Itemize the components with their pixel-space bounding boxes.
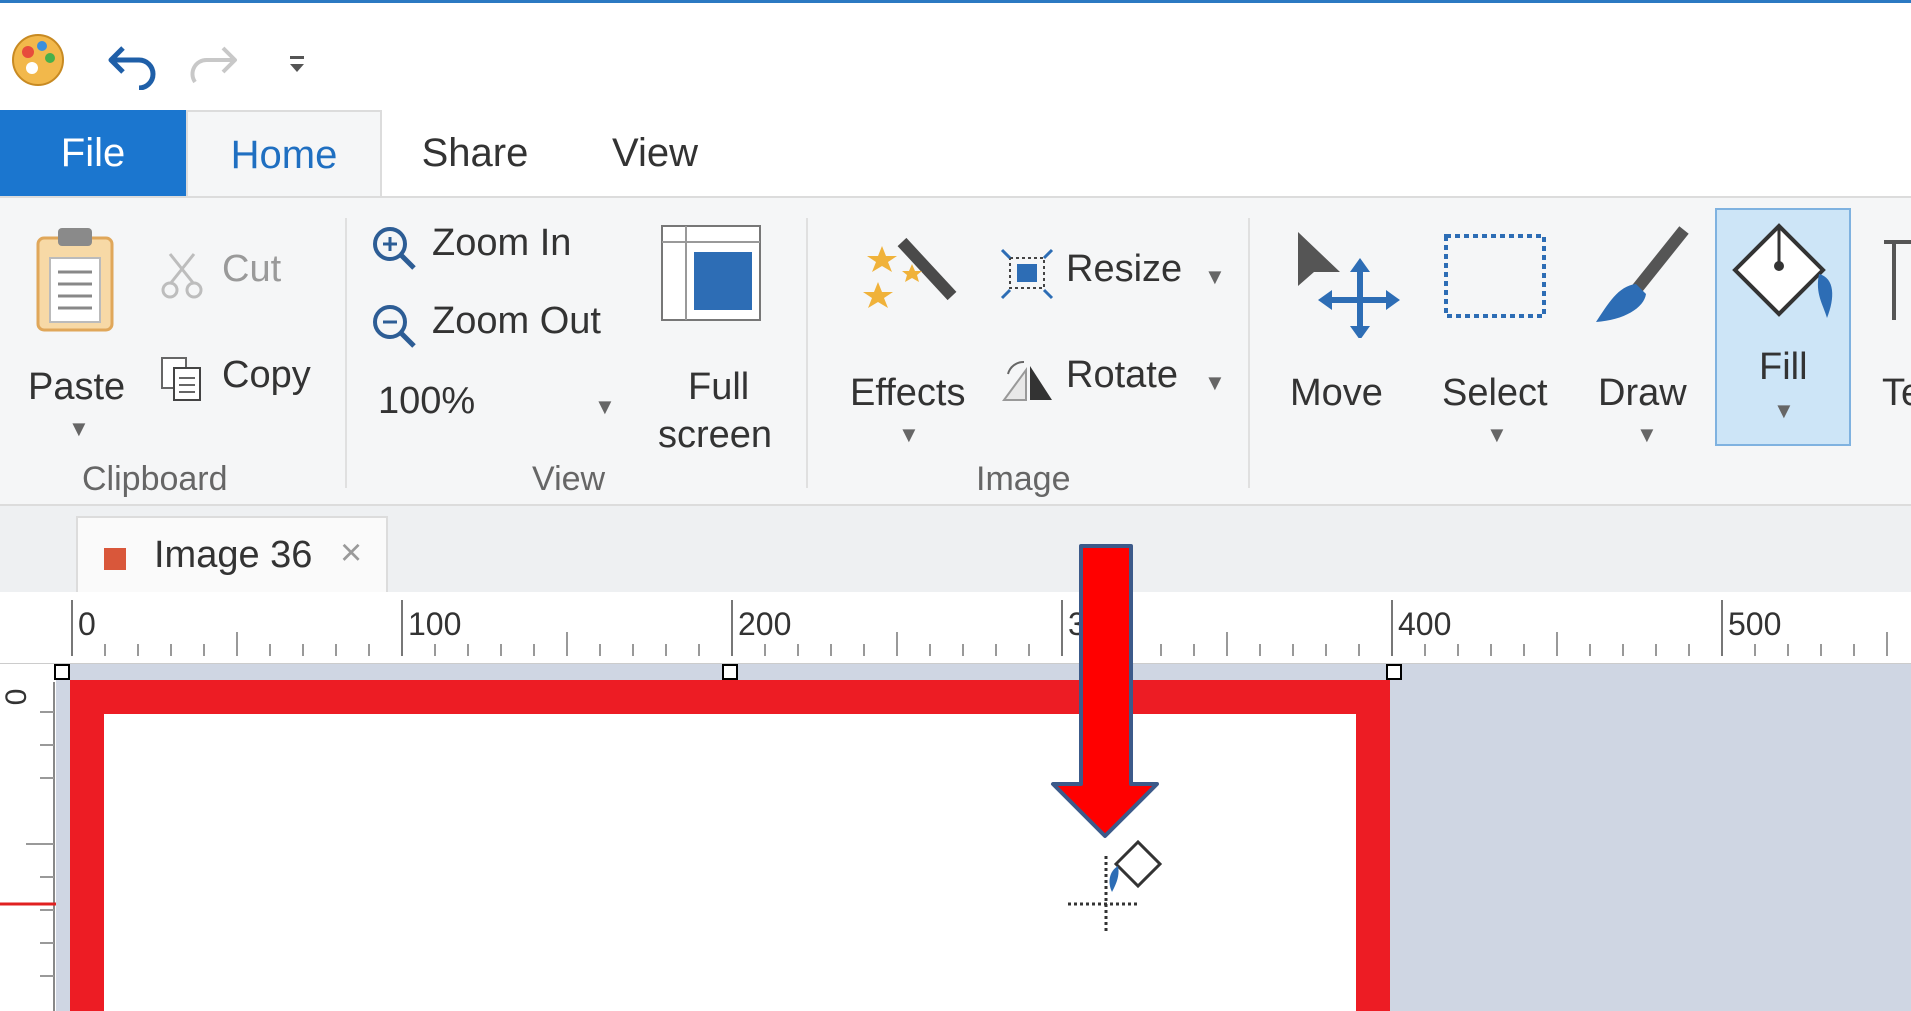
zoom-in-icon bbox=[373, 227, 416, 270]
draw-label: Draw bbox=[1598, 372, 1687, 414]
chevron-down-icon: ▼ bbox=[68, 416, 90, 441]
select-rectangle-icon bbox=[1444, 234, 1546, 318]
effects-button[interactable]: Effects ▼ bbox=[842, 224, 972, 447]
text-button[interactable]: Te bbox=[1870, 224, 1911, 444]
text-icon bbox=[1884, 240, 1911, 320]
fill-cursor-icon bbox=[1068, 839, 1163, 934]
zoom-out-label: Zoom Out bbox=[432, 300, 601, 342]
zoom-level-dropdown[interactable]: 100% ▼ bbox=[370, 374, 620, 428]
full-screen-label-2: screen bbox=[658, 414, 773, 456]
window-top-border bbox=[0, 0, 1911, 12]
tab-view[interactable]: View bbox=[590, 110, 720, 196]
zoom-out-button[interactable]: Zoom Out bbox=[370, 298, 630, 352]
group-separator bbox=[806, 218, 808, 488]
copy-button[interactable]: Copy bbox=[160, 352, 330, 406]
ruler-label: 100 bbox=[408, 606, 462, 642]
ruler-label: 500 bbox=[1728, 606, 1782, 642]
resize-handle-top-right[interactable] bbox=[1386, 664, 1402, 680]
close-icon[interactable]: × bbox=[340, 532, 362, 575]
resize-label: Resize bbox=[1066, 248, 1183, 290]
vertical-ruler: 0 bbox=[0, 664, 56, 1011]
zoom-in-label: Zoom In bbox=[432, 222, 572, 264]
document-color-icon bbox=[104, 548, 126, 570]
resize-button[interactable]: Resize ▼ bbox=[1000, 244, 1230, 304]
rotate-icon bbox=[1002, 360, 1052, 401]
chevron-down-icon: ▼ bbox=[898, 422, 920, 447]
chevron-down-icon: ▼ bbox=[1204, 264, 1226, 289]
select-label: Select bbox=[1442, 372, 1548, 414]
copy-icon bbox=[161, 357, 201, 401]
document-tab-title: Image 36 bbox=[154, 534, 313, 576]
cut-label: Cut bbox=[222, 248, 282, 290]
full-screen-label-1: Full bbox=[688, 366, 750, 408]
tab-share[interactable]: Share bbox=[410, 110, 540, 196]
chevron-down-icon: ▼ bbox=[594, 394, 616, 419]
image-inner-area[interactable] bbox=[104, 714, 1356, 1011]
redo-icon[interactable] bbox=[185, 34, 241, 90]
chevron-down-icon: ▼ bbox=[1486, 422, 1508, 447]
draw-button[interactable]: Draw ▼ bbox=[1582, 224, 1702, 447]
move-icon bbox=[1298, 232, 1400, 338]
paintbrush-icon bbox=[1596, 226, 1689, 322]
ruler-ticks bbox=[0, 682, 56, 1011]
fill-button[interactable]: Fill ▼ bbox=[1715, 208, 1851, 446]
document-tab[interactable]: Image 36 × bbox=[76, 516, 388, 592]
ruler-ticks bbox=[71, 600, 1888, 656]
paint-palette-icon[interactable] bbox=[10, 32, 66, 88]
resize-icon bbox=[1000, 248, 1054, 300]
resize-handle-top-left[interactable] bbox=[54, 664, 70, 680]
tab-home[interactable]: Home bbox=[186, 110, 382, 198]
scissors-icon bbox=[161, 253, 203, 299]
paste-button[interactable]: Paste ▼ bbox=[20, 218, 130, 441]
cut-button[interactable]: Cut bbox=[160, 246, 330, 300]
effects-label: Effects bbox=[850, 372, 966, 414]
rotate-button[interactable]: Rotate ▼ bbox=[1000, 350, 1230, 410]
zoom-out-icon bbox=[373, 305, 416, 348]
chevron-down-icon: ▼ bbox=[1636, 422, 1658, 447]
group-label-view: View bbox=[532, 460, 606, 498]
group-separator bbox=[345, 218, 347, 488]
full-screen-icon bbox=[661, 225, 761, 321]
group-label-clipboard: Clipboard bbox=[82, 460, 228, 498]
paint-bucket-icon bbox=[1732, 223, 1833, 318]
chevron-down-icon: ▼ bbox=[1204, 370, 1226, 395]
customize-qat-icon[interactable] bbox=[286, 50, 310, 80]
magic-wand-icon bbox=[863, 237, 957, 308]
clipboard-icon bbox=[36, 228, 114, 332]
chevron-down-icon: ▼ bbox=[1773, 398, 1795, 423]
text-label: Te bbox=[1882, 372, 1911, 414]
tab-file[interactable]: File bbox=[0, 110, 186, 196]
ruler-label: 0 bbox=[78, 606, 96, 642]
zoom-level-value: 100% bbox=[378, 380, 476, 422]
annotation-arrow-icon bbox=[1051, 544, 1159, 838]
group-separator bbox=[1248, 218, 1250, 488]
full-screen-button[interactable]: Full screen bbox=[650, 218, 773, 458]
ribbon-home: Paste ▼ Cut Copy Clipboard Zoom In Zoom … bbox=[0, 196, 1911, 506]
fill-label: Fill bbox=[1759, 346, 1808, 388]
group-label-image: Image bbox=[976, 460, 1071, 498]
horizontal-ruler: 0 100 200 3 400 500 bbox=[0, 592, 1911, 664]
rotate-label: Rotate bbox=[1066, 354, 1178, 396]
ribbon-tabs: File Home Share View bbox=[0, 110, 1911, 198]
select-button[interactable]: Select ▼ bbox=[1430, 224, 1560, 447]
ruler-label: 200 bbox=[738, 606, 792, 642]
zoom-in-button[interactable]: Zoom In bbox=[370, 220, 630, 274]
resize-handle-top-center[interactable] bbox=[722, 664, 738, 680]
move-button[interactable]: Move bbox=[1280, 224, 1410, 444]
paste-label: Paste bbox=[28, 366, 126, 408]
quick-access-toolbar bbox=[0, 12, 1911, 110]
document-tab-bar: Image 36 × bbox=[0, 506, 1911, 592]
copy-label: Copy bbox=[222, 354, 311, 396]
image-canvas[interactable] bbox=[70, 680, 1390, 1011]
move-label: Move bbox=[1290, 372, 1383, 414]
ruler-label: 400 bbox=[1398, 606, 1452, 642]
undo-icon[interactable] bbox=[105, 34, 161, 90]
